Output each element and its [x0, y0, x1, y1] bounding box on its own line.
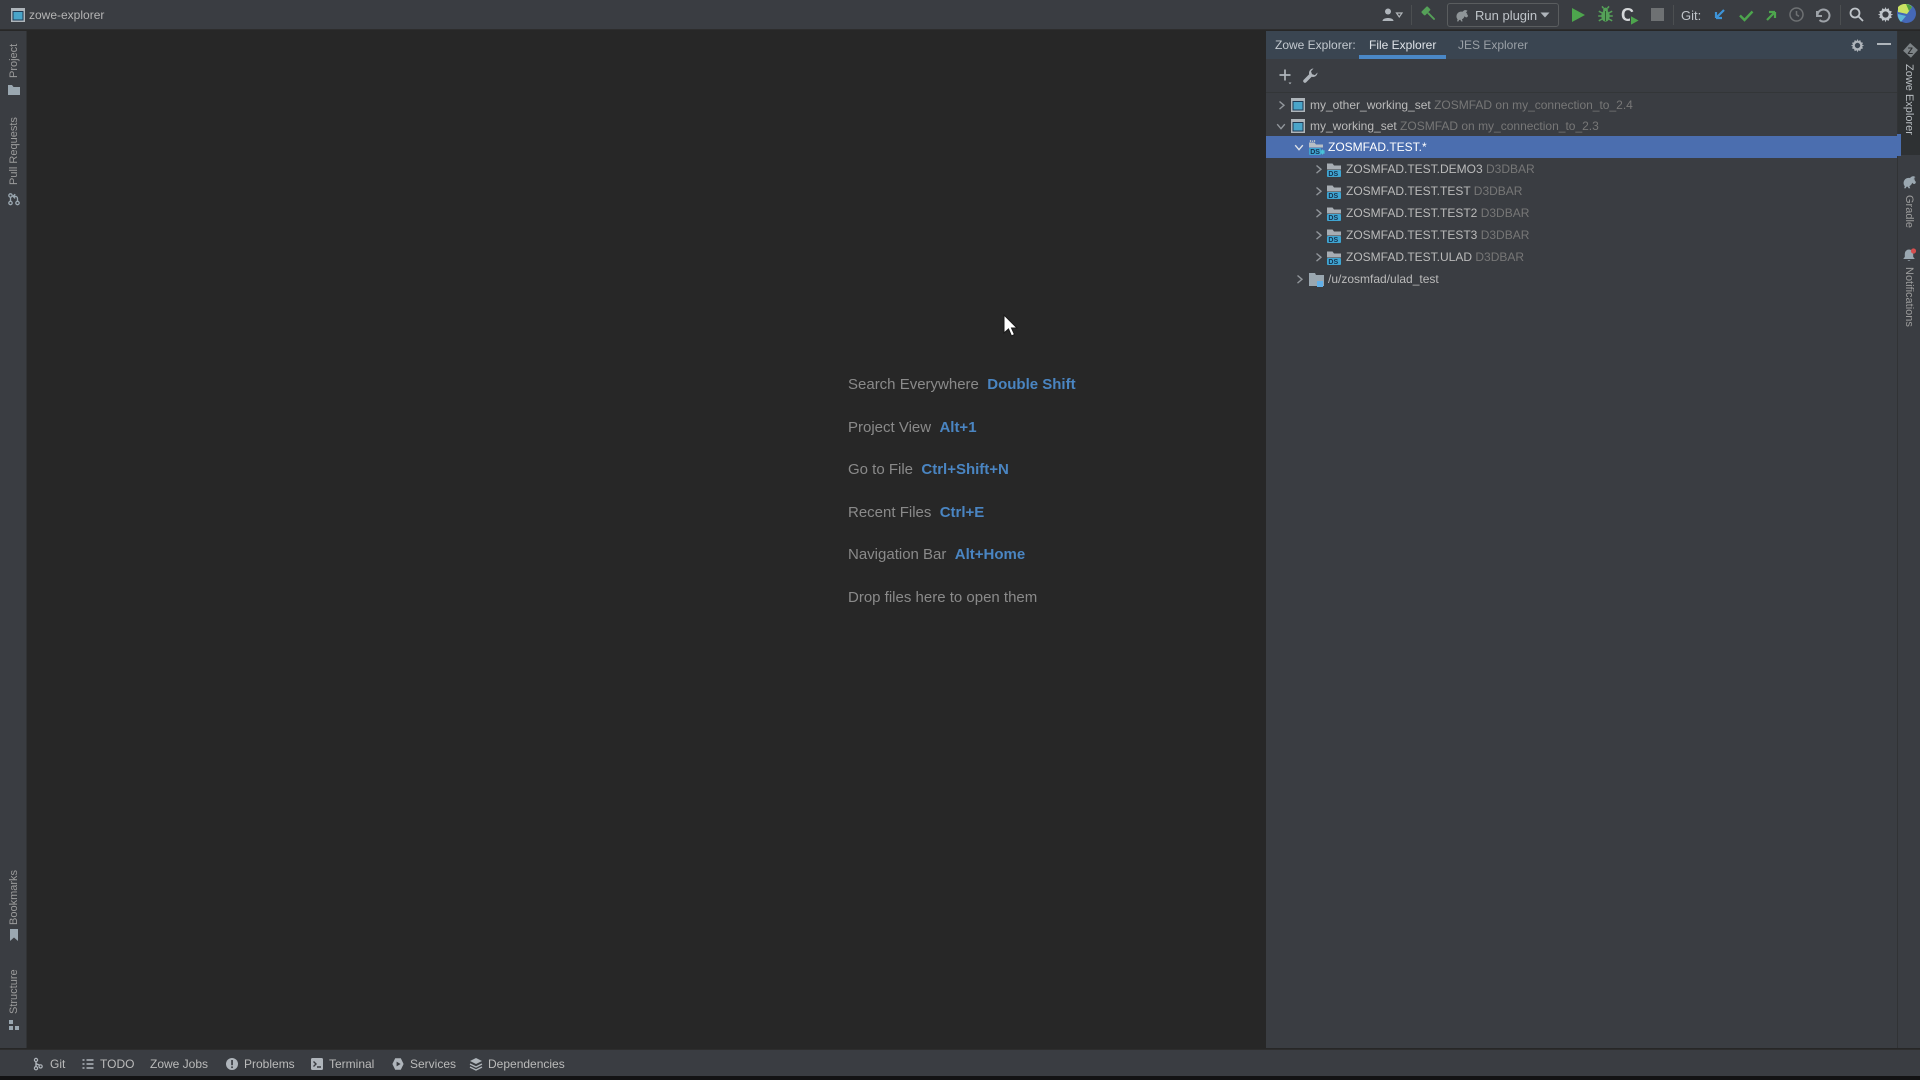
svg-text:Z: Z [1908, 46, 1914, 56]
svg-text:DS: DS [1310, 149, 1320, 155]
svg-text:DS: DS [1328, 193, 1338, 199]
svg-text:DS: DS [1328, 237, 1338, 243]
svg-text:DS: DS [1328, 259, 1338, 265]
svg-text:DS: DS [1328, 215, 1338, 221]
svg-text:DS: DS [1328, 171, 1338, 177]
